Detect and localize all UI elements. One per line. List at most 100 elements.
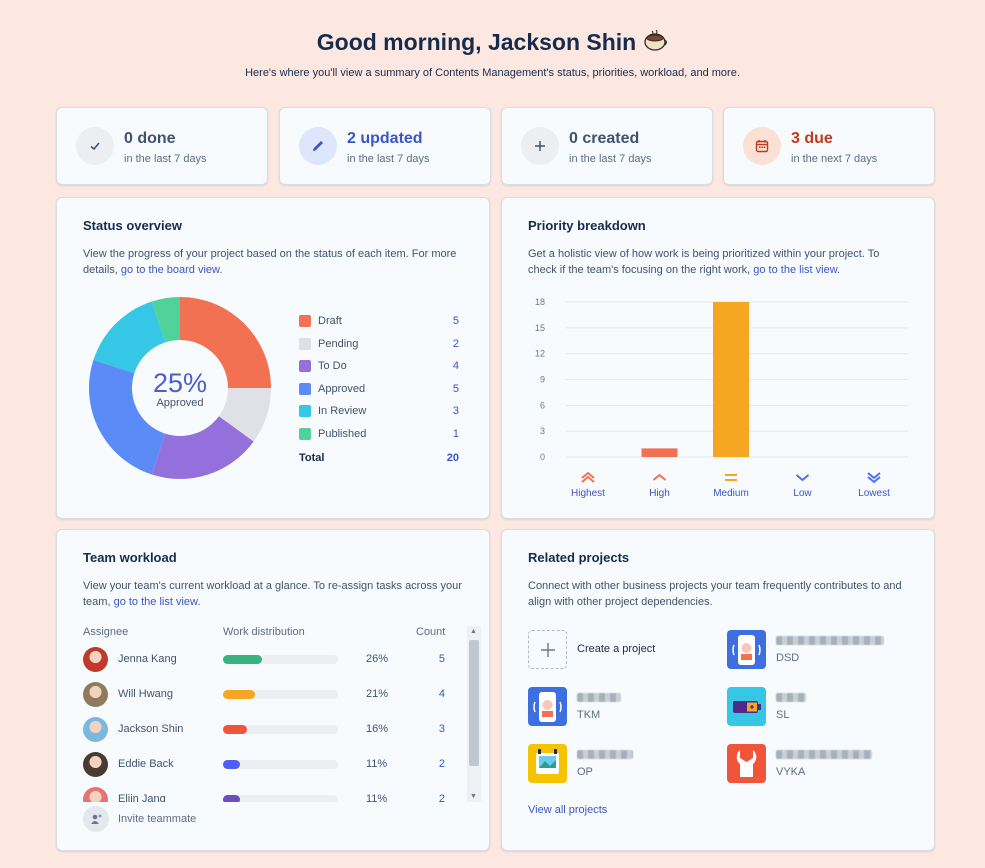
avatar [83, 717, 108, 742]
priority-high-icon [652, 473, 667, 481]
distribution-percent: 21% [366, 688, 389, 700]
calendar-icon [743, 127, 781, 165]
panel-description: Get a holistic view of how work is being… [528, 248, 880, 276]
legend-value: 4 [452, 360, 459, 372]
y-tick-label: 3 [540, 426, 545, 436]
scroll-up-icon[interactable]: ▲ [470, 628, 477, 635]
workload-scrollbar[interactable]: ▲ ▼ [467, 626, 481, 802]
x-tick-label-highest: Highest [571, 488, 605, 499]
x-tick-label-lowest: Lowest [858, 488, 890, 499]
legend-swatch [299, 382, 311, 395]
column-header-count: Count [416, 626, 446, 638]
project-key: VYKA [776, 766, 806, 778]
assignee-name: Jackson Shin [118, 723, 184, 735]
panel-description: View your team's current workload at a g… [83, 580, 462, 608]
distribution-fill [223, 725, 247, 734]
panel-title: Priority breakdown [528, 218, 646, 233]
legend-label: Published [318, 427, 367, 440]
legend-value: 3 [452, 405, 459, 417]
y-tick-label: 0 [540, 452, 545, 462]
assignee-name: Jenna Kang [118, 653, 177, 665]
column-header-distribution: Work distribution [223, 626, 305, 638]
panel-title: Status overview [83, 218, 182, 233]
assignee-count[interactable]: 3 [439, 723, 445, 735]
workload-row[interactable]: Jackson Shin 16% 3 [83, 714, 447, 744]
project-name-redacted [776, 636, 884, 648]
donut-slice-in-review[interactable] [93, 301, 166, 374]
create-project-button[interactable]: Create a project [528, 630, 718, 670]
status-overview-panel: Status overview View the progress of you… [56, 197, 490, 519]
coffee-icon [644, 29, 668, 51]
distribution-bar [223, 690, 338, 699]
y-tick-label: 9 [540, 375, 545, 385]
legend-value: 2 [452, 337, 459, 350]
legend-label: Approved [318, 382, 366, 395]
donut-center-label: Approved [156, 397, 203, 409]
scrollbar-thumb[interactable] [469, 640, 479, 766]
assignee-count[interactable]: 2 [439, 793, 445, 802]
related-projects-panel: Related projects Connect with other busi… [501, 529, 935, 851]
stat-card-created[interactable]: 0 created in the last 7 days [501, 107, 713, 185]
project-name-redacted [577, 693, 621, 705]
list-view-link[interactable]: go to the list view [753, 264, 837, 276]
legend-item-published[interactable]: Published 1 [299, 424, 459, 446]
workload-row[interactable]: Jenna Kang 26% 5 [83, 644, 447, 674]
legend-item-in-review[interactable]: In Review 3 [299, 401, 459, 423]
panel-title: Team workload [83, 550, 177, 565]
workload-row[interactable]: Eddie Back 11% 2 [83, 749, 447, 779]
distribution-bar [223, 760, 338, 769]
avatar [83, 682, 108, 707]
project-item-sl[interactable]: SL [727, 687, 917, 727]
project-item-tkm[interactable]: TKM [528, 687, 718, 727]
priority-highest-icon [581, 471, 595, 483]
stat-period: in the next 7 days [791, 153, 878, 165]
legend-swatch [299, 427, 311, 440]
stat-card-done[interactable]: 0 done in the last 7 days [56, 107, 268, 185]
distribution-fill [223, 795, 240, 802]
assignee-count[interactable]: 4 [439, 688, 445, 700]
distribution-fill [223, 690, 255, 699]
view-all-projects-link[interactable]: View all projects [528, 804, 607, 816]
invite-teammate-button[interactable]: Invite teammate [83, 806, 243, 832]
legend-label: Draft [318, 315, 342, 327]
legend-item-draft[interactable]: Draft 5 [299, 311, 459, 333]
priority-low-icon [795, 474, 810, 482]
legend-value: 5 [452, 315, 459, 327]
distribution-bar [223, 725, 338, 734]
scroll-down-icon[interactable]: ▼ [470, 793, 477, 800]
bar-medium[interactable] [713, 302, 749, 457]
project-name-redacted [577, 750, 633, 762]
y-tick-label: 6 [540, 400, 545, 410]
workload-row[interactable]: Will Hwang 21% 4 [83, 679, 447, 709]
assignee-name: Eljin Jang [118, 793, 166, 802]
project-item-dsd[interactable]: DSD [727, 630, 917, 670]
legend-item-approved[interactable]: Approved 5 [299, 379, 459, 401]
list-view-link[interactable]: go to the list view [114, 596, 198, 608]
panel-description: Connect with other business projects you… [528, 580, 902, 608]
greeting-title: Good morning, Jackson Shin [0, 28, 985, 56]
assignee-count[interactable]: 2 [439, 758, 445, 770]
legend-item-pending[interactable]: Pending 2 [299, 334, 459, 356]
project-name-redacted [776, 693, 806, 705]
board-view-link[interactable]: go to the board view [121, 264, 219, 276]
legend-item-to-do[interactable]: To Do 4 [299, 356, 459, 378]
workload-row[interactable]: Eljin Jang 11% 2 [83, 784, 447, 802]
priority-lowest-icon [867, 472, 881, 484]
assignee-count[interactable]: 5 [439, 653, 445, 665]
stat-card-due[interactable]: 3 due in the next 7 days [723, 107, 935, 185]
legend-label: Pending [318, 337, 359, 350]
project-key: OP [577, 766, 593, 778]
invite-label: Invite teammate [118, 813, 197, 825]
project-item-op[interactable]: OP [528, 744, 718, 784]
check-icon [76, 127, 114, 165]
wrench-icon [727, 744, 766, 783]
assignee-name: Eddie Back [118, 758, 174, 770]
project-item-vyka[interactable]: VYKA [727, 744, 917, 784]
x-tick-label-high: High [649, 488, 670, 499]
priority-medium-icon [725, 474, 737, 481]
project-key: DSD [776, 652, 800, 664]
stat-card-updated[interactable]: 2 updated in the last 7 days [279, 107, 491, 185]
bar-high[interactable] [641, 448, 678, 457]
status-donut-chart: 25% Approved [88, 297, 271, 479]
greeting-subtitle: Here's where you'll view a summary of Co… [245, 67, 740, 79]
